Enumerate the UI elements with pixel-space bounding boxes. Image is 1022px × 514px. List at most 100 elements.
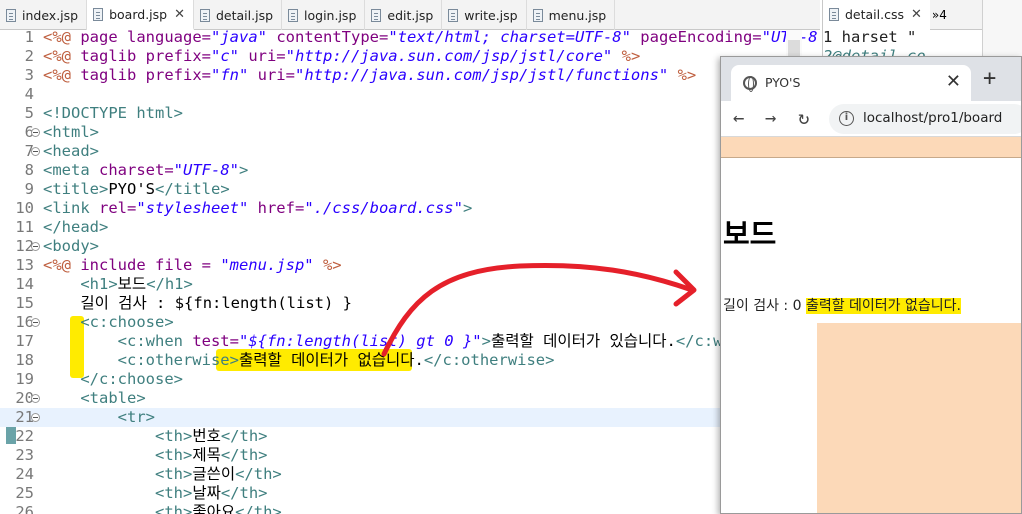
new-tab-button[interactable]: +: [983, 68, 996, 90]
reload-button[interactable]: ↻: [798, 108, 809, 128]
address-bar[interactable]: i localhost/pro1/board: [829, 104, 1021, 134]
code-line-5[interactable]: <!DOCTYPE html>: [43, 104, 183, 123]
tab-spacer: [615, 0, 820, 29]
tab-menu-jsp[interactable]: menu.jsp: [527, 0, 616, 30]
line-number: 11: [15, 218, 34, 236]
fold-icon[interactable]: [31, 394, 40, 403]
tab-label: detail.css: [845, 7, 905, 22]
browser-tab[interactable]: PYO'S ✕: [731, 65, 971, 101]
line-number: 21: [15, 408, 34, 426]
code-line-24[interactable]: <th>글쓴이</th>: [43, 465, 282, 484]
right-tab-bar: detail.css ✕ »4: [823, 0, 983, 30]
code-line-9[interactable]: <title>PYO'S</title>: [43, 180, 230, 199]
fold-icon[interactable]: [31, 242, 40, 251]
line-number: 23: [15, 446, 34, 464]
tab-label: edit.jsp: [387, 7, 434, 23]
code-line-3[interactable]: <%@ taglib prefix="fn" uri="http://java.…: [43, 66, 696, 85]
code-line-13[interactable]: <%@ include file = "menu.jsp" %>: [43, 256, 342, 275]
code-line-10[interactable]: <link rel="stylesheet" href="./css/board…: [43, 199, 472, 218]
line-number: 15: [15, 294, 34, 312]
close-icon[interactable]: ✕: [911, 7, 922, 22]
code-line-6[interactable]: <html>: [43, 123, 99, 142]
code-line-15[interactable]: 길이 검사 : ${fn:length(list) }: [43, 294, 352, 313]
code-line-8[interactable]: <meta charset="UTF-8">: [43, 161, 248, 180]
line-number: 7: [24, 142, 34, 160]
line-number: 16: [15, 313, 34, 331]
tab-login-jsp[interactable]: login.jsp: [282, 0, 366, 30]
tab-index-jsp[interactable]: index.jsp: [0, 0, 88, 30]
table-area: [817, 323, 1021, 513]
file-icon: [829, 8, 839, 21]
length-check-text: 길이 검사 : 0 출력할 데이터가 없습니다.: [723, 295, 961, 315]
back-button[interactable]: ←: [733, 108, 744, 128]
code-line-2[interactable]: <%@ taglib prefix="c" uri="http://java.s…: [43, 47, 640, 66]
line-number: 20: [15, 389, 34, 407]
tab-detail-css[interactable]: detail.css ✕: [823, 0, 930, 30]
code-line-22[interactable]: <th>번호</th>: [43, 427, 268, 446]
line-number: 10: [15, 199, 34, 217]
editor-tab-bar: index.jsp board.jsp ✕ detail.jsp login.js…: [0, 0, 820, 30]
fold-icon[interactable]: [31, 318, 40, 327]
code-line-26[interactable]: <th>좋아요</th>: [43, 503, 282, 514]
forward-button[interactable]: →: [765, 108, 776, 128]
code-editor[interactable]: 1 <%@ page language="java" contentType="t…: [0, 30, 820, 514]
code-line-18[interactable]: <c:otherwise>출력할 데이터가 없습니다.</c:otherwise…: [43, 351, 555, 370]
line-number: 5: [24, 104, 34, 122]
code-line-20[interactable]: <table>: [43, 389, 145, 408]
no-data-message: 출력할 데이터가 없습니다.: [805, 298, 961, 314]
file-icon: [532, 8, 543, 22]
tab-label: menu.jsp: [548, 7, 607, 23]
fold-icon[interactable]: [31, 128, 40, 137]
line-number: 12: [15, 237, 34, 255]
code-line-16[interactable]: <c:choose>: [43, 313, 173, 332]
code-line-23[interactable]: <th>제목</th>: [43, 446, 268, 465]
code-line-17[interactable]: <c:when test="${fn:length(list) gt 0 }">…: [43, 332, 760, 351]
line-number: 8: [24, 161, 34, 179]
browser-toolbar: ← → ↻ i localhost/pro1/board: [721, 101, 1021, 137]
fold-icon[interactable]: [31, 413, 40, 422]
code-line-11[interactable]: </head>: [43, 218, 108, 237]
file-icon: [6, 8, 16, 22]
tab-detail-jsp[interactable]: detail.jsp: [194, 0, 283, 30]
outline-panel: [982, 0, 1022, 60]
code-line-12[interactable]: <body>: [43, 237, 99, 256]
line-number: 17: [15, 332, 34, 350]
line-number: 25: [15, 484, 34, 502]
code-line-14[interactable]: <h1>보드</h1>: [43, 275, 193, 294]
tab-label: board.jsp: [109, 6, 168, 22]
code-line-25[interactable]: <th>날짜</th>: [43, 484, 268, 503]
css-code-line-1[interactable]: 1 harset ": [823, 28, 916, 47]
page-viewport: 보드 길이 검사 : 0 출력할 데이터가 없습니다.: [721, 137, 1021, 513]
tab-write-jsp[interactable]: write.jsp: [442, 0, 527, 30]
file-icon: [93, 7, 104, 21]
fold-icon[interactable]: [31, 147, 40, 156]
tab-edit-jsp[interactable]: edit.jsp: [365, 0, 443, 30]
tab-board-jsp[interactable]: board.jsp ✕: [87, 0, 194, 30]
menu-band: [721, 137, 1021, 158]
line-number: 18: [15, 351, 34, 369]
file-icon: [448, 8, 459, 22]
line-number: 19: [15, 370, 34, 388]
code-line-21[interactable]: <tr>: [43, 408, 155, 427]
file-icon: [371, 8, 382, 22]
line-number: 3: [24, 66, 34, 84]
line-number: 9: [24, 180, 34, 198]
page-heading: 보드: [723, 217, 777, 251]
close-icon[interactable]: ✕: [174, 7, 185, 22]
browser-tab-strip: PYO'S ✕ +: [721, 57, 1021, 101]
line-number: 26: [15, 503, 34, 514]
line-number: 22: [15, 427, 34, 445]
tab-label: login.jsp: [304, 7, 357, 23]
code-line-1[interactable]: <%@ page language="java" contentType="te…: [43, 30, 820, 47]
code-line-7[interactable]: <head>: [43, 142, 99, 161]
line-number: 6: [24, 123, 34, 141]
line-number: 13: [15, 256, 34, 274]
url-text: localhost/pro1/board: [863, 110, 1003, 126]
tab-overflow-button[interactable]: »4: [932, 8, 947, 22]
file-icon: [288, 8, 299, 22]
close-icon[interactable]: ✕: [946, 71, 961, 92]
info-icon[interactable]: i: [839, 111, 854, 126]
line-number: 2: [24, 47, 34, 65]
line-number: 4: [24, 85, 34, 103]
code-line-19[interactable]: </c:choose>: [43, 370, 183, 389]
